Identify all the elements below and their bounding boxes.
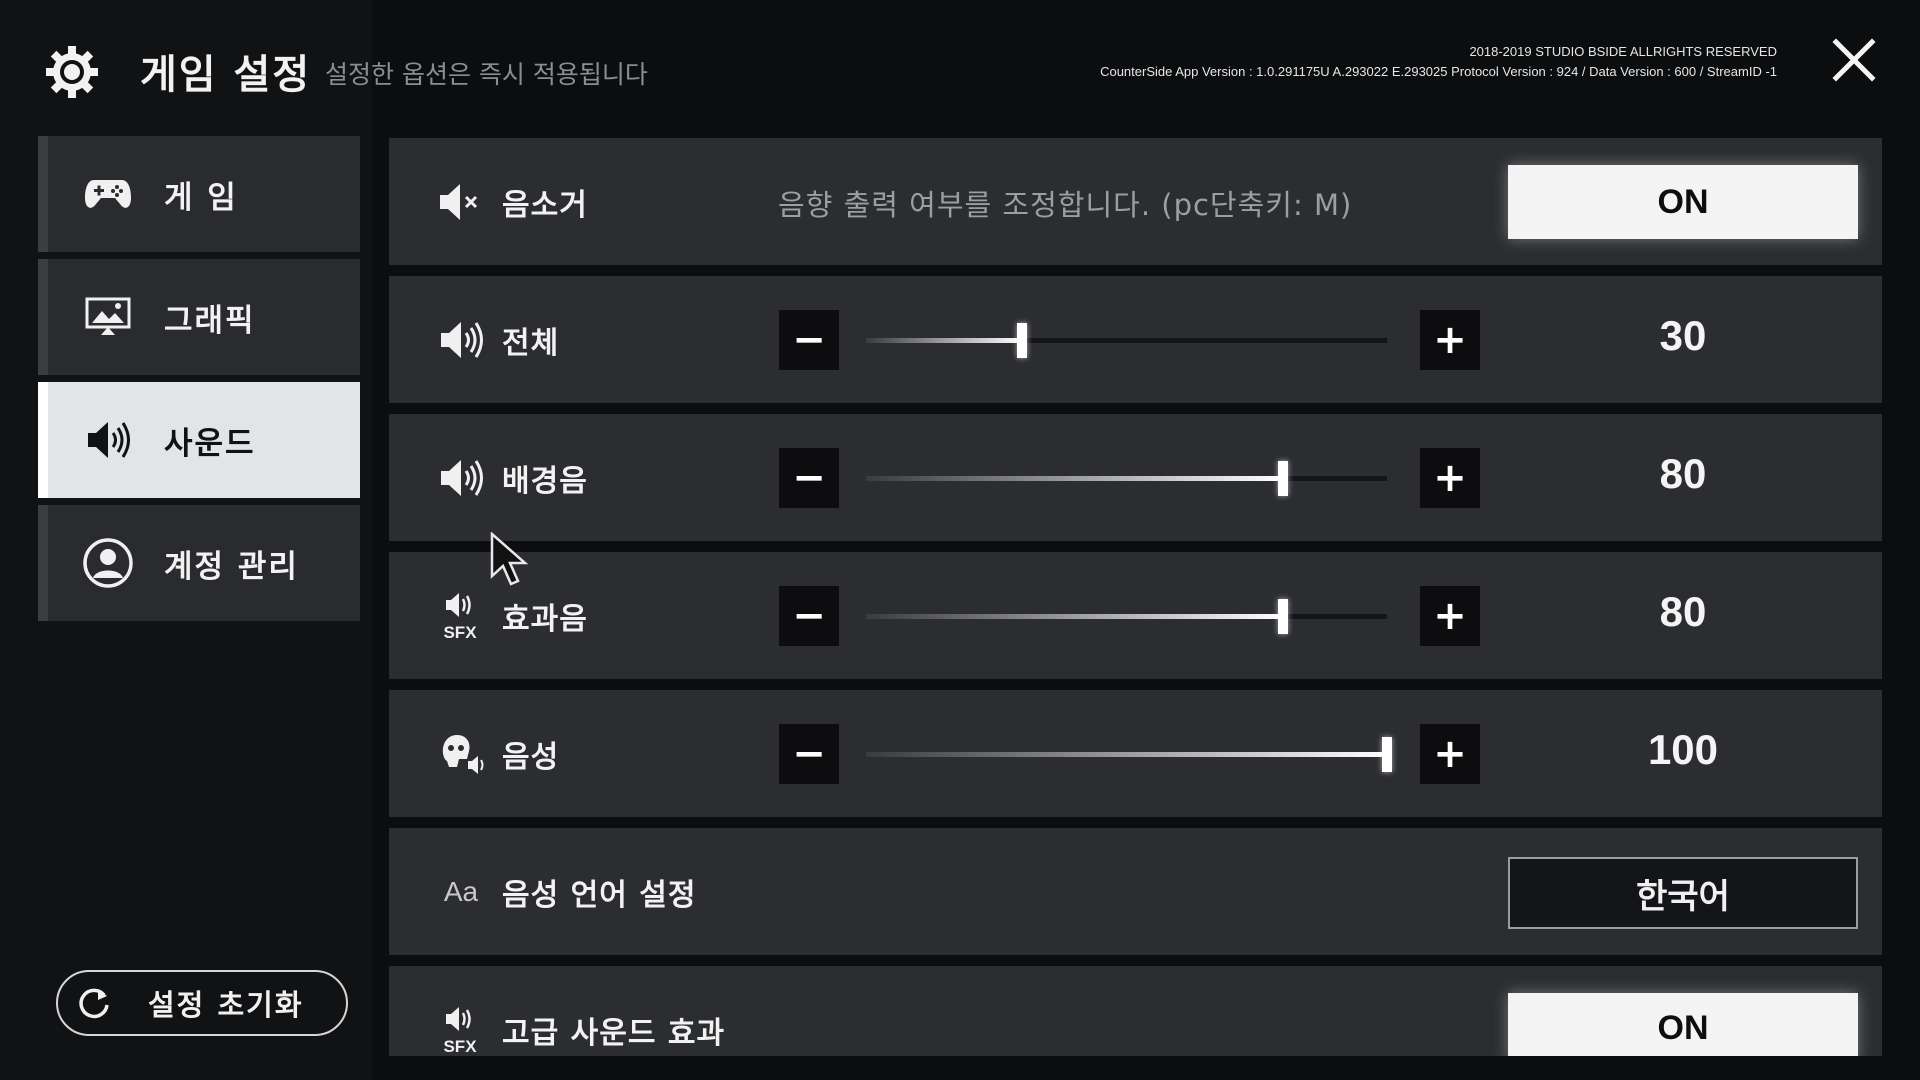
sidebar-item-sound[interactable]: 사운드 (38, 382, 360, 498)
row-volume-sfx: SFX 효과음 − + 80 (389, 552, 1882, 679)
minus-icon: − (792, 455, 826, 501)
speaker-mute-icon (435, 176, 487, 228)
row-mute: 음소거 음향 출력 여부를 조정합니다. (pc단축키: M) ON (389, 138, 1882, 265)
slider-fill (866, 752, 1387, 757)
volume-slider[interactable] (866, 599, 1387, 634)
slider-fill (866, 338, 1022, 343)
plus-icon: + (1433, 593, 1467, 639)
row-label: 음소거 (502, 188, 588, 223)
volume-slider[interactable] (866, 737, 1392, 772)
row-volume-bgm: 배경음 − + 80 (389, 414, 1882, 541)
row-volume-master: 전체 − + 30 (389, 276, 1882, 403)
row-label: 음성 (502, 740, 560, 775)
speaker-icon (435, 314, 487, 366)
version-info: 2018-2019 STUDIO BSIDE ALLRIGHTS RESERVE… (1100, 42, 1777, 82)
speaker-icon (435, 452, 487, 504)
plus-icon: + (1433, 731, 1467, 777)
minus-icon: − (792, 593, 826, 639)
sidebar-item-label: 그래픽 (164, 302, 256, 339)
row-label: 전체 (502, 326, 560, 361)
row-voice-language: Aa 음성 언어 설정 한국어 (389, 828, 1882, 955)
gamepad-icon (82, 168, 134, 220)
voice-icon (435, 728, 487, 780)
page-title: 게임 설정 (140, 52, 312, 98)
language-icon-text: Aa (443, 876, 479, 907)
decrease-button[interactable]: − (779, 586, 839, 646)
slider-handle[interactable] (1382, 737, 1392, 772)
page-subtitle: 설정한 옵션은 즉시 적용됩니다 (325, 60, 648, 89)
sidebar-item-account[interactable]: 계정 관리 (38, 505, 360, 621)
row-label: 음성 언어 설정 (502, 878, 697, 913)
minus-icon: − (792, 731, 826, 777)
version-text: CounterSide App Version : 1.0.291175U A.… (1100, 64, 1777, 79)
increase-button[interactable]: + (1420, 724, 1480, 784)
row-label: 고급 사운드 효과 (502, 1016, 726, 1051)
increase-button[interactable]: + (1420, 448, 1480, 508)
volume-slider[interactable] (866, 461, 1387, 496)
volume-value: 100 (1647, 726, 1719, 773)
sidebar-item-label: 계정 관리 (164, 548, 299, 585)
slider-handle[interactable] (1017, 323, 1027, 358)
user-icon (82, 537, 134, 589)
row-volume-voice: 음성 − + 100 (389, 690, 1882, 817)
monitor-icon (82, 291, 134, 343)
volume-slider[interactable] (866, 323, 1387, 358)
sidebar-item-label: 사운드 (164, 425, 256, 462)
volume-value: 80 (1659, 588, 1707, 635)
decrease-button[interactable]: − (779, 310, 839, 370)
gear-icon (46, 46, 98, 98)
slider-fill (866, 614, 1283, 619)
row-label: 배경음 (502, 464, 588, 499)
decrease-button[interactable]: − (779, 724, 839, 784)
slider-handle[interactable] (1278, 599, 1288, 634)
volume-value: 80 (1659, 450, 1707, 497)
close-icon[interactable] (1832, 38, 1876, 82)
plus-icon: + (1433, 455, 1467, 501)
reset-label: 설정 초기화 (148, 988, 304, 1022)
mute-toggle[interactable]: ON (1508, 165, 1858, 239)
sfx-text: SFX (443, 623, 477, 642)
reset-settings-button[interactable]: 설정 초기화 (56, 970, 348, 1036)
speaker-icon (82, 414, 134, 466)
row-description: 음향 출력 여부를 조정합니다. (pc단축키: M) (778, 188, 1353, 222)
mouse-cursor-icon (490, 532, 529, 586)
sfx-icon: SFX (435, 590, 487, 642)
row-advanced-sound: SFX 고급 사운드 효과 ON (389, 966, 1882, 1056)
row-label: 효과음 (502, 602, 588, 637)
decrease-button[interactable]: − (779, 448, 839, 508)
refresh-icon (79, 988, 109, 1019)
increase-button[interactable]: + (1420, 586, 1480, 646)
minus-icon: − (792, 317, 826, 363)
plus-icon: + (1433, 317, 1467, 363)
sidebar-item-label: 게 임 (164, 179, 238, 216)
sfx-text: SFX (443, 1037, 477, 1056)
advanced-sound-toggle[interactable]: ON (1508, 993, 1858, 1056)
copyright-text: 2018-2019 STUDIO BSIDE ALLRIGHTS RESERVE… (1469, 44, 1777, 59)
increase-button[interactable]: + (1420, 310, 1480, 370)
sidebar-item-game[interactable]: 게 임 (38, 136, 360, 252)
voice-language-select[interactable]: 한국어 (1508, 857, 1858, 929)
slider-handle[interactable] (1278, 461, 1288, 496)
sfx-icon: SFX (435, 1004, 487, 1056)
language-icon: Aa (435, 866, 487, 918)
sidebar-item-graphics[interactable]: 그래픽 (38, 259, 360, 375)
volume-value: 30 (1659, 312, 1707, 359)
slider-fill (866, 476, 1283, 481)
